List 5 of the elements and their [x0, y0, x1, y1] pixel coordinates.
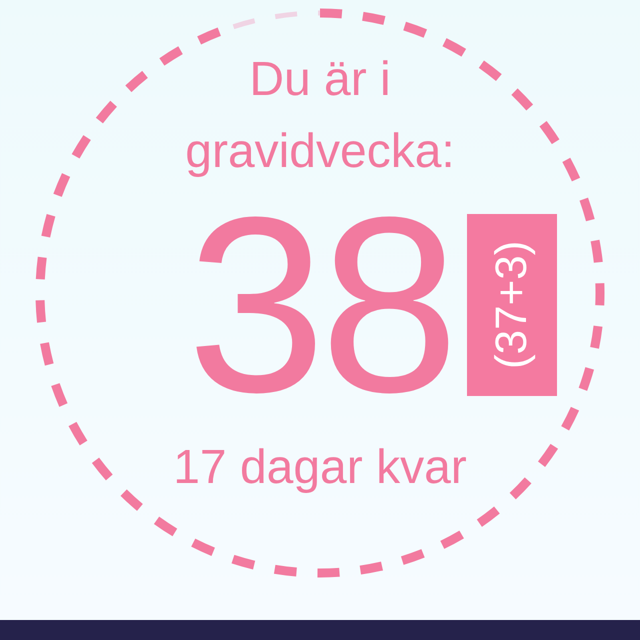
days-remaining-text: 17 dagar kvar: [173, 440, 467, 496]
week-number: 38: [186, 210, 454, 400]
heading-text: Du är i: [249, 52, 391, 108]
heading-text: gravidvecka:: [185, 124, 455, 180]
week-day-badge: (37+3): [467, 214, 558, 396]
